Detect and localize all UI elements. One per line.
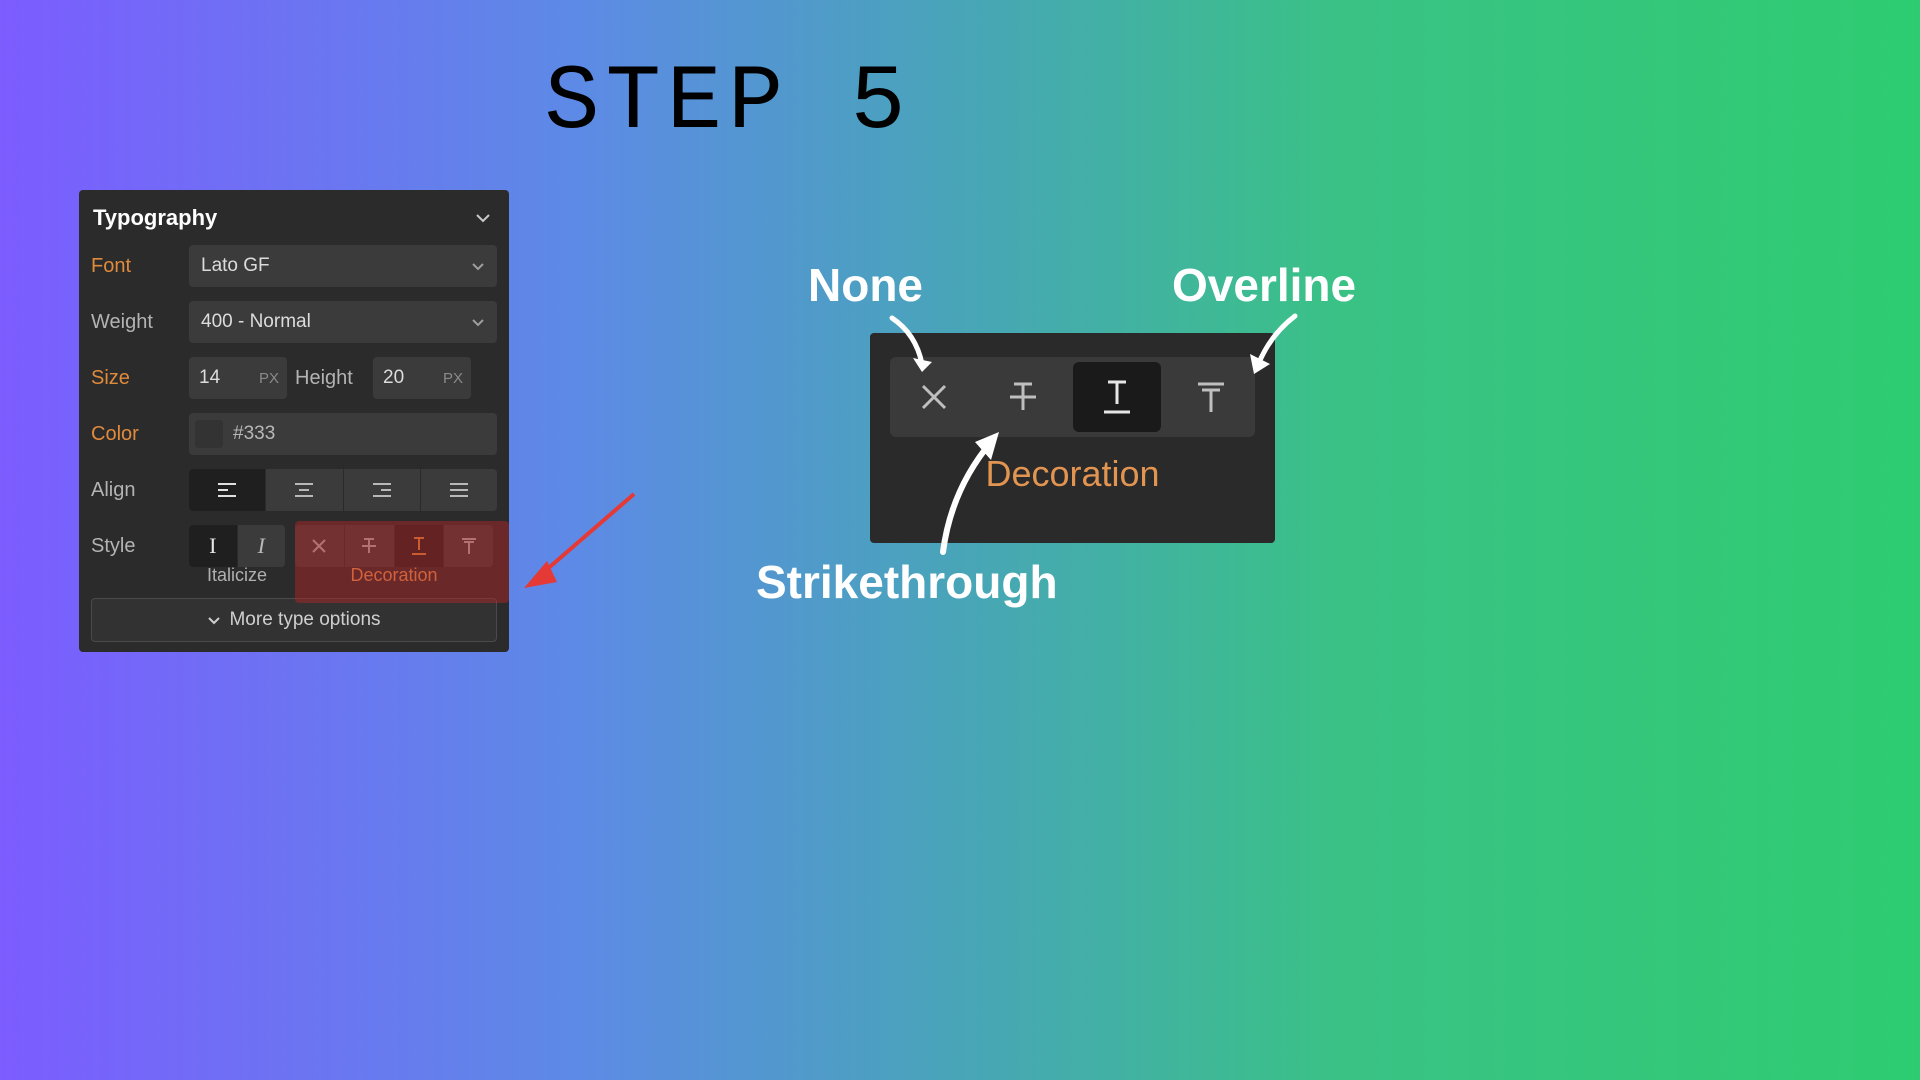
font-label: Font <box>91 255 181 278</box>
overline-icon <box>459 536 479 556</box>
align-center-icon <box>293 481 315 499</box>
annotation-none: None <box>808 258 923 312</box>
underline-icon <box>409 536 429 556</box>
color-label: Color <box>91 423 181 446</box>
italic-i-icon: I <box>258 533 265 559</box>
chevron-down-icon <box>471 262 485 271</box>
italicize-group: I I <box>189 525 285 567</box>
close-icon <box>310 537 328 555</box>
chevron-down-icon <box>475 210 491 226</box>
weight-value: 400 - Normal <box>201 311 311 333</box>
italicize-sublabel: Italicize <box>189 565 285 586</box>
align-center-button[interactable] <box>266 469 343 511</box>
font-value: Lato GF <box>201 255 270 277</box>
align-justify-button[interactable] <box>421 469 497 511</box>
size-unit: PX <box>259 370 279 387</box>
page-title: STEP 5 <box>544 50 911 155</box>
style-groups: I I <box>189 525 497 567</box>
zoom-strikethrough-button[interactable] <box>979 357 1068 437</box>
font-select[interactable]: Lato GF <box>189 245 497 287</box>
align-left-icon <box>216 481 238 499</box>
zoom-decoration-group <box>890 357 1255 437</box>
height-input[interactable]: 20 PX <box>373 357 471 399</box>
underline-icon <box>1098 378 1136 416</box>
align-right-icon <box>371 481 393 499</box>
decoration-underline-button[interactable] <box>395 525 445 567</box>
strikethrough-icon <box>1004 378 1042 416</box>
decoration-sublabel: Decoration <box>295 565 493 586</box>
height-unit: PX <box>443 370 463 387</box>
style-row: Style I I <box>91 525 497 567</box>
zoom-overline-button[interactable] <box>1166 357 1255 437</box>
color-row: Color #333 <box>91 413 497 455</box>
height-label: Height <box>295 367 365 390</box>
weight-row: Weight 400 - Normal <box>91 301 497 343</box>
align-justify-icon <box>448 481 470 499</box>
overline-icon <box>1192 378 1230 416</box>
strikethrough-icon <box>359 536 379 556</box>
more-type-options-button[interactable]: More type options <box>91 598 497 642</box>
decoration-strikethrough-button[interactable] <box>345 525 395 567</box>
font-row: Font Lato GF <box>91 245 497 287</box>
align-label: Align <box>91 479 181 502</box>
color-input[interactable]: #333 <box>189 413 497 455</box>
size-label: Size <box>91 367 181 390</box>
more-options-label: More type options <box>229 609 380 631</box>
align-row: Align <box>91 469 497 511</box>
weight-select[interactable]: 400 - Normal <box>189 301 497 343</box>
italic-off-button[interactable]: I <box>189 525 238 567</box>
chevron-down-icon <box>471 318 485 327</box>
chevron-down-icon <box>207 616 221 625</box>
annotation-strikethrough: Strikethrough <box>756 555 1058 609</box>
weight-label: Weight <box>91 311 181 334</box>
panel-title: Typography <box>93 205 217 231</box>
decoration-group <box>295 525 493 567</box>
align-right-button[interactable] <box>344 469 421 511</box>
close-icon <box>917 380 951 414</box>
height-value: 20 <box>383 367 404 389</box>
italic-on-button[interactable]: I <box>238 525 286 567</box>
align-left-button[interactable] <box>189 469 266 511</box>
zoom-decoration-label: Decoration <box>985 453 1159 495</box>
decoration-zoom-panel: Decoration <box>870 333 1275 543</box>
decoration-none-button[interactable] <box>295 525 345 567</box>
zoom-underline-button[interactable] <box>1073 362 1162 432</box>
size-input[interactable]: 14 PX <box>189 357 287 399</box>
panel-header[interactable]: Typography <box>91 205 497 245</box>
annotation-overline: Overline <box>1172 258 1356 312</box>
upright-i-icon: I <box>209 533 216 559</box>
red-arrow-icon <box>509 486 649 596</box>
decoration-overline-button[interactable] <box>444 525 493 567</box>
align-button-group <box>189 469 497 511</box>
style-sublabels: Italicize Decoration <box>91 565 497 586</box>
typography-panel: Typography Font Lato GF Weight 400 - Nor… <box>79 190 509 652</box>
size-height-row: Size 14 PX Height 20 PX <box>91 357 497 399</box>
color-swatch[interactable] <box>195 420 223 448</box>
size-value: 14 <box>199 367 220 389</box>
zoom-none-button[interactable] <box>890 357 979 437</box>
style-label: Style <box>91 535 181 558</box>
color-value: #333 <box>233 423 275 445</box>
